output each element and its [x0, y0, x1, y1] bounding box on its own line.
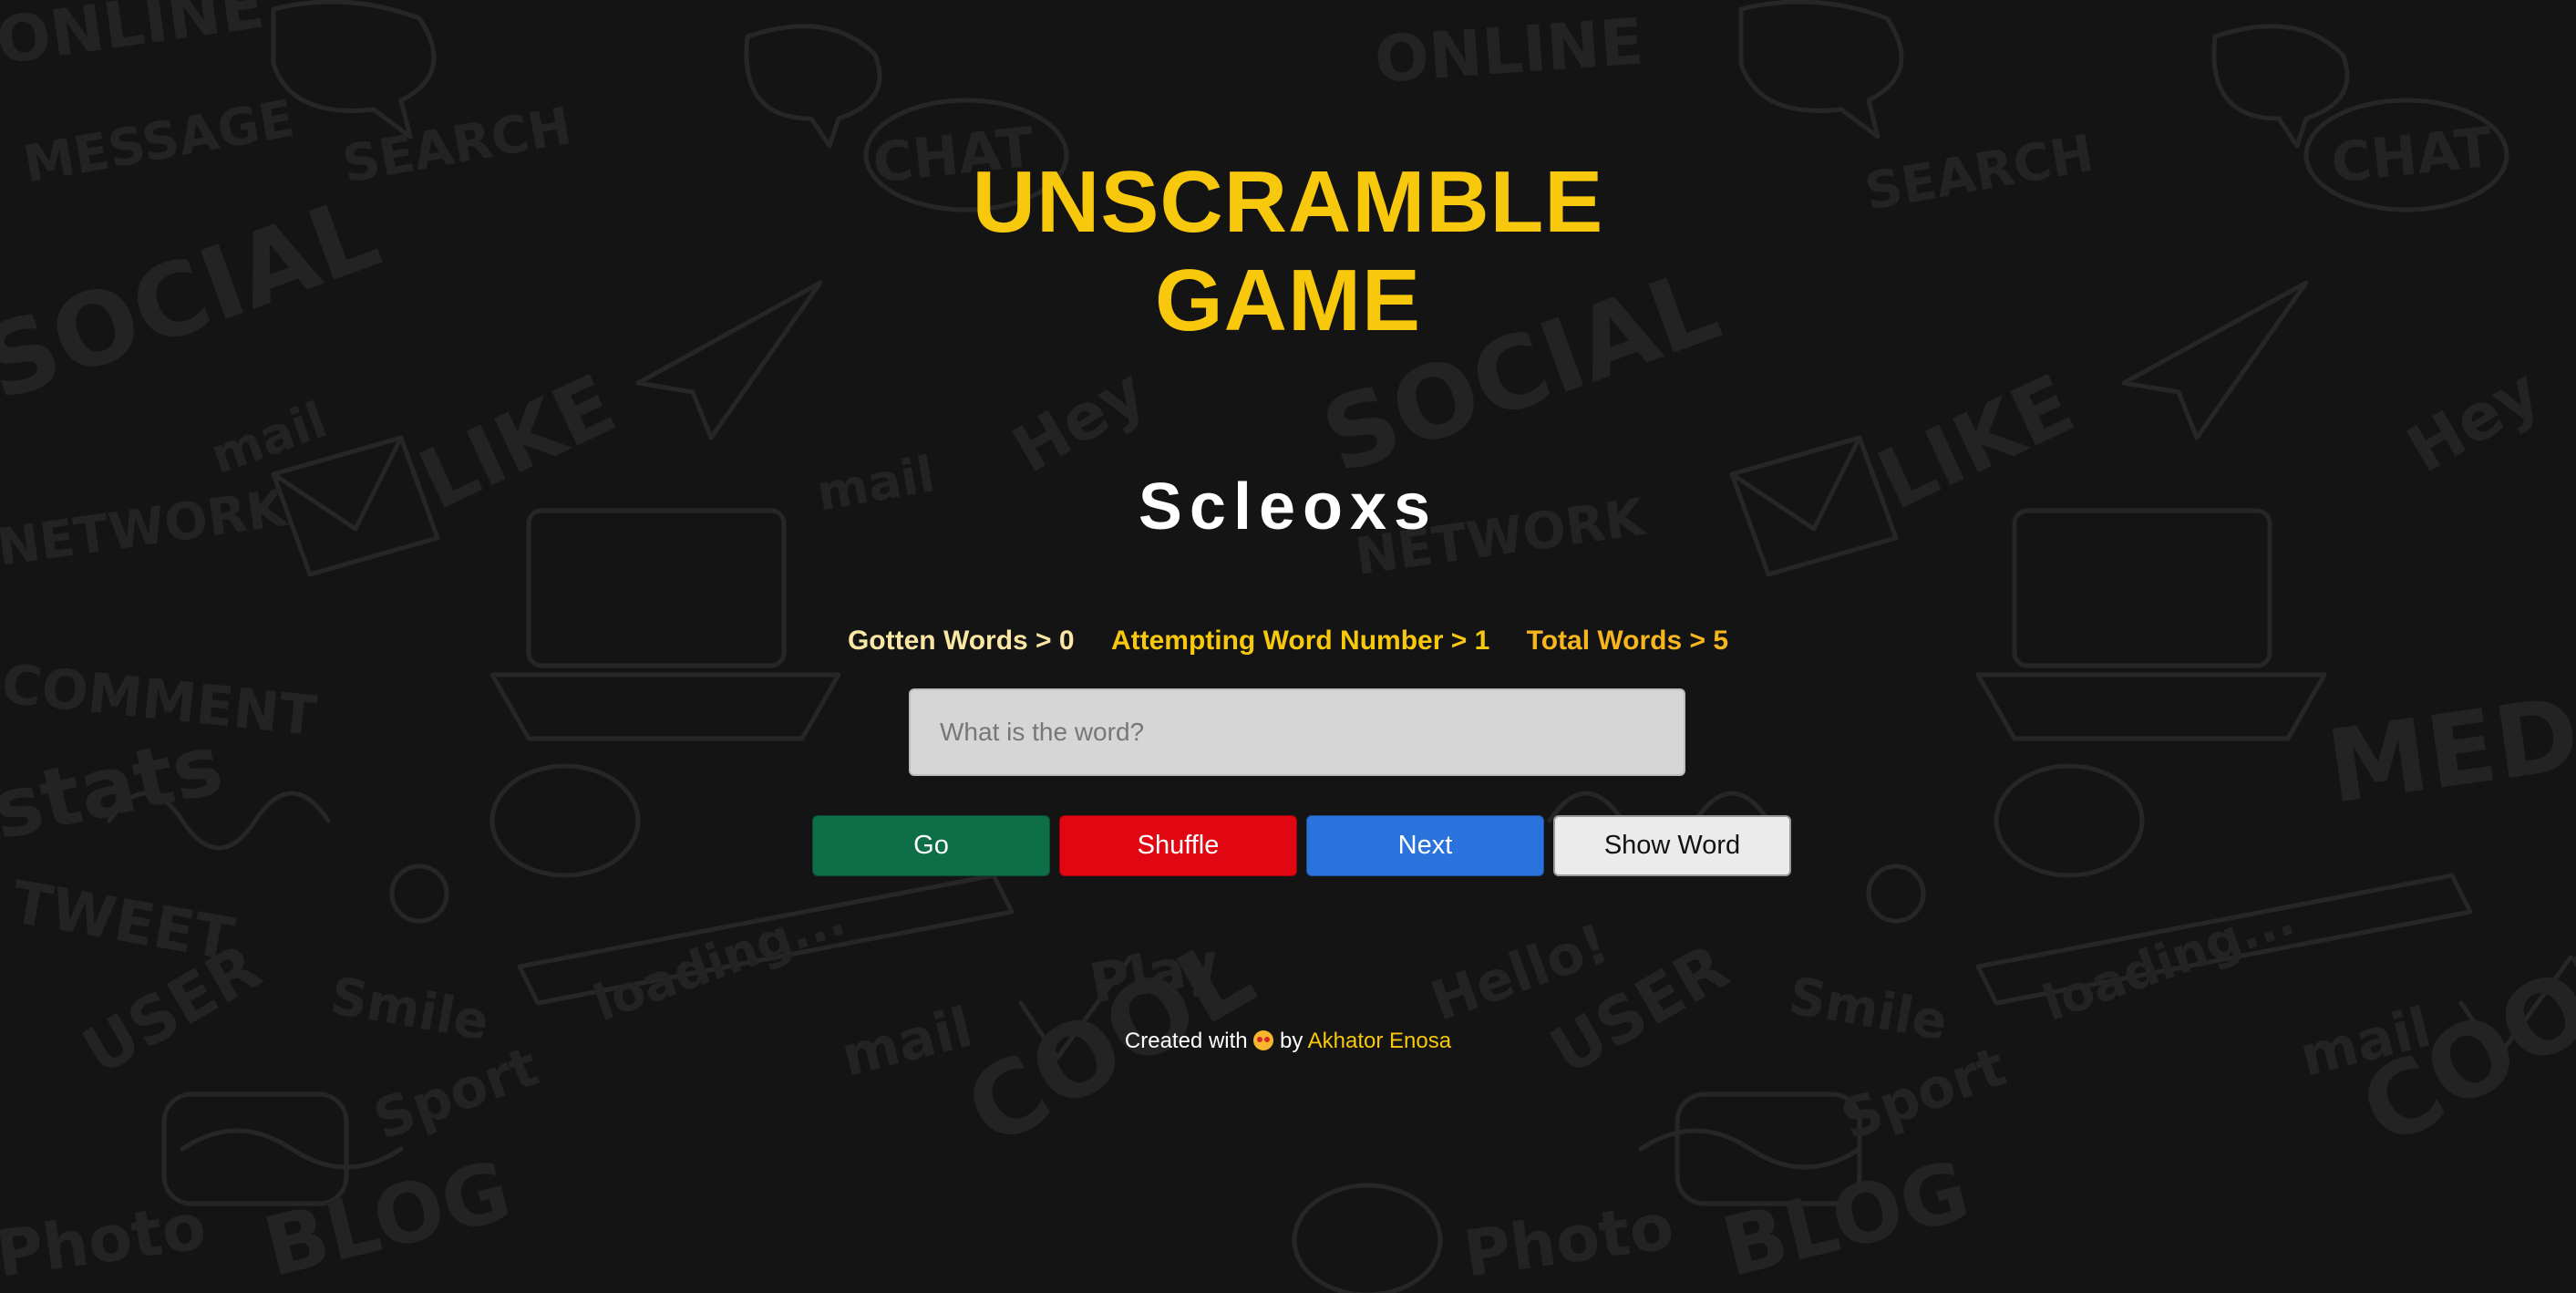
game-title: UNSCRAMBLE GAME	[0, 153, 2576, 350]
gotten-words-stat: Gotten Words > 0	[847, 626, 1075, 656]
go-button[interactable]: Go	[812, 815, 1050, 876]
game-container: UNSCRAMBLE GAME Scleoxs Gotten Words > 0…	[0, 0, 2576, 1293]
footer-credit: Created with by Akhator Enosa	[0, 1029, 2576, 1054]
word-guess-input[interactable]	[909, 688, 1685, 776]
shuffle-button[interactable]: Shuffle	[1059, 815, 1297, 876]
scrambled-word: Scleoxs	[1138, 471, 1438, 543]
stats-bar: Gotten Words > 0 Attempting Word Number …	[0, 626, 2576, 657]
next-button[interactable]: Next	[1306, 815, 1544, 876]
show-word-button[interactable]: Show Word	[1553, 815, 1791, 876]
attempting-word-stat: Attempting Word Number > 1	[1110, 626, 1490, 656]
heart-eyes-emoji-icon	[1253, 1030, 1274, 1050]
author-link[interactable]: Akhator Enosa	[1308, 1029, 1451, 1053]
total-words-stat: Total Words > 5	[1526, 626, 1729, 656]
footer-prefix: Created with	[1124, 1029, 1248, 1053]
game-title-line1: UNSCRAMBLE	[972, 153, 1604, 251]
game-title-line2: GAME	[1155, 252, 1421, 349]
footer-by: by	[1279, 1029, 1303, 1053]
action-buttons: Go Shuffle Next Show Word	[812, 815, 1791, 876]
